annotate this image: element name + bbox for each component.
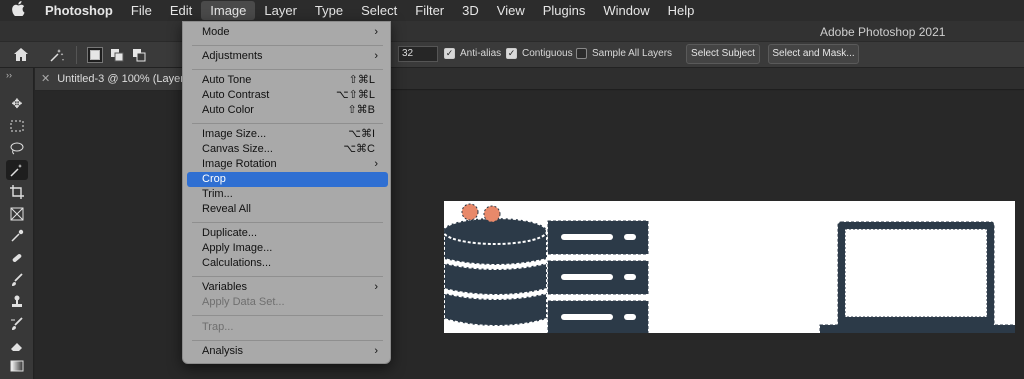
brush-tool-icon[interactable] [6, 270, 28, 290]
submenu-arrow-icon: › [374, 281, 378, 293]
crop-tool-icon[interactable] [6, 182, 28, 202]
shortcut-label: ⌥⇧⌘L [335, 89, 375, 101]
menu-separator [192, 69, 383, 70]
shortcut-label: ⌥⌘I [348, 128, 375, 140]
document-tab[interactable]: ✕ Untitled-3 @ 100% (Layer 5 [35, 68, 185, 90]
menu-plugins[interactable]: Plugins [534, 0, 595, 21]
menu-layer[interactable]: Layer [255, 0, 306, 21]
checkbox-unchecked-icon [576, 48, 587, 59]
marquee-tool-icon[interactable] [6, 116, 28, 136]
move-tool-icon[interactable]: ✥ [6, 94, 28, 114]
submenu-arrow-icon: › [374, 158, 378, 170]
tolerance-input[interactable]: 32 [398, 46, 438, 62]
sample-all-layers-checkbox[interactable]: Sample All Layers [576, 48, 672, 59]
menu-item-auto-contrast[interactable]: Auto Contrast ⌥⇧⌘L [187, 88, 388, 103]
add-to-selection-mode-button[interactable] [109, 47, 125, 63]
menu-type[interactable]: Type [306, 0, 352, 21]
shortcut-label: ⌥⌘C [343, 143, 375, 155]
shortcut-label: ⇧⌘L [348, 74, 375, 86]
magic-wand-tool-preset-icon[interactable] [46, 44, 68, 66]
menu-image[interactable]: Image [201, 1, 256, 20]
select-subject-button[interactable]: Select Subject [686, 44, 760, 64]
menu-item-auto-tone[interactable]: Auto Tone ⇧⌘L [187, 73, 388, 88]
document-tab-title: Untitled-3 @ 100% (Layer 5 [57, 73, 185, 85]
collapse-panel-icon[interactable]: ›› [6, 70, 12, 80]
submenu-arrow-icon: › [374, 26, 378, 38]
menu-separator [192, 123, 383, 124]
subtract-selection-icon [133, 48, 146, 61]
menu-item-crop[interactable]: Crop [187, 172, 388, 187]
menu-separator [192, 340, 383, 341]
menu-item-apply-data-set: Apply Data Set... [202, 296, 285, 308]
menu-edit[interactable]: Edit [161, 0, 201, 21]
frame-tool-icon[interactable] [6, 204, 28, 224]
add-selection-icon [111, 48, 124, 61]
eraser-tool-icon[interactable] [6, 336, 28, 356]
new-selection-mode-button[interactable] [87, 46, 103, 63]
submenu-arrow-icon: › [374, 50, 378, 62]
subtract-from-selection-mode-button[interactable] [131, 47, 147, 63]
checkbox-checked-icon: ✓ [506, 48, 517, 59]
document-canvas[interactable] [444, 201, 1015, 333]
clone-stamp-tool-icon[interactable] [6, 292, 28, 312]
submenu-arrow-icon: › [374, 345, 378, 357]
menu-item-mode[interactable]: Mode › [187, 25, 388, 40]
close-tab-icon[interactable]: ✕ [41, 73, 50, 85]
anti-alias-checkbox[interactable]: ✓ Anti-alias [444, 48, 501, 59]
magic-wand-tool-icon[interactable] [6, 160, 28, 180]
menu-photoshop[interactable]: Photoshop [36, 0, 122, 21]
menu-item-analysis[interactable]: Analysis › [187, 344, 388, 359]
sample-all-layers-label: Sample All Layers [592, 48, 673, 59]
menu-item-calculations[interactable]: Calculations... [187, 256, 388, 271]
contiguous-checkbox[interactable]: ✓ Contiguous [506, 48, 573, 59]
menu-select[interactable]: Select [352, 0, 406, 21]
menu-item-canvas-size[interactable]: Canvas Size... ⌥⌘C [187, 142, 388, 157]
menu-item-apply-image[interactable]: Apply Image... [187, 241, 388, 256]
server-rack-illustration [547, 220, 649, 333]
home-icon[interactable] [10, 44, 32, 66]
tools-panel: ›› ✥ [0, 68, 34, 379]
menu-item-image-rotation[interactable]: Image Rotation › [187, 157, 388, 172]
eyedropper-tool-icon[interactable] [6, 226, 28, 246]
history-brush-tool-icon[interactable] [6, 314, 28, 334]
lasso-tool-icon[interactable] [6, 138, 28, 158]
menu-item-duplicate[interactable]: Duplicate... [187, 226, 388, 241]
menu-separator [192, 315, 383, 316]
menu-filter[interactable]: Filter [406, 0, 453, 21]
menu-item-reveal-all[interactable]: Reveal All [187, 202, 388, 217]
apple-icon[interactable] [0, 1, 36, 20]
laptop-illustration [819, 221, 1015, 333]
shortcut-label: ⇧⌘B [347, 104, 375, 116]
window-title: Adobe Photoshop 2021 [820, 25, 946, 39]
menu-item-trim[interactable]: Trim... [187, 187, 388, 202]
menu-separator [192, 45, 383, 46]
menu-item-variables[interactable]: Variables › [187, 280, 388, 295]
window-title-bar: Adobe Photoshop 2021 [0, 21, 1024, 41]
select-and-mask-button[interactable]: Select and Mask... [768, 44, 859, 64]
contiguous-label: Contiguous [522, 48, 573, 59]
menu-file[interactable]: File [122, 0, 161, 21]
menu-separator [192, 222, 383, 223]
menu-separator [192, 276, 383, 277]
menu-3d[interactable]: 3D [453, 0, 488, 21]
menu-bar: Photoshop File Edit Image Layer Type Sel… [0, 0, 1024, 21]
checkbox-checked-icon: ✓ [444, 48, 455, 59]
menu-view[interactable]: View [488, 0, 534, 21]
menu-item-image-size[interactable]: Image Size... ⌥⌘I [187, 127, 388, 142]
gradient-tool-icon[interactable] [6, 356, 28, 376]
anti-alias-label: Anti-alias [460, 48, 502, 59]
menu-window[interactable]: Window [594, 0, 658, 21]
square-icon [90, 49, 100, 60]
menu-item-trap: Trap... [202, 321, 234, 333]
healing-brush-tool-icon[interactable] [6, 248, 28, 268]
menu-item-adjustments[interactable]: Adjustments › [187, 49, 388, 64]
menu-item-auto-color[interactable]: Auto Color ⇧⌘B [187, 103, 388, 118]
menu-help[interactable]: Help [659, 0, 704, 21]
image-menu-dropdown: Mode › Adjustments › Auto Tone ⇧⌘L Auto Con… [182, 21, 391, 364]
